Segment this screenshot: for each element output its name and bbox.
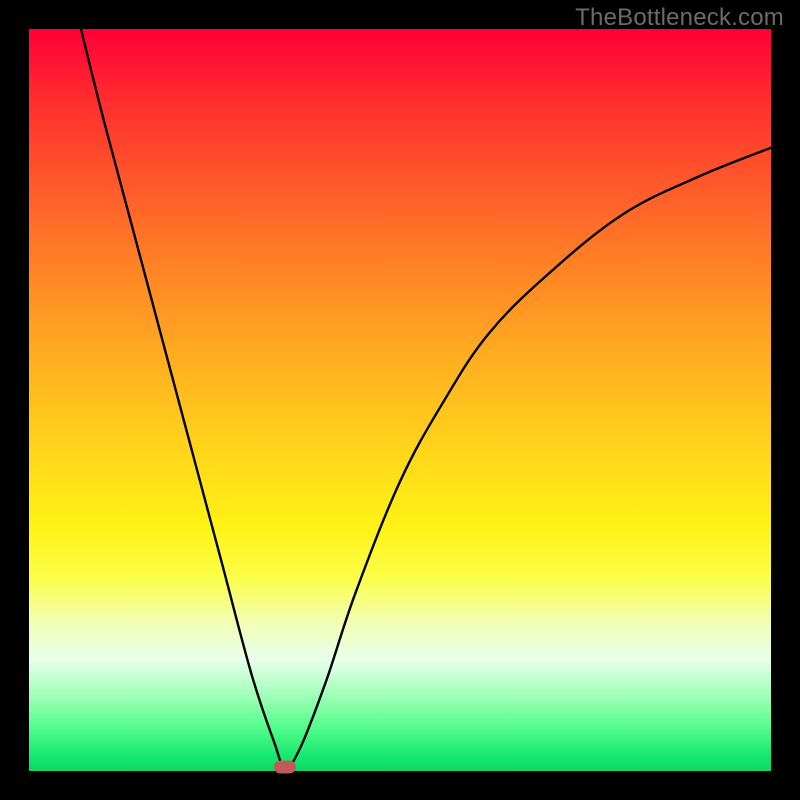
- plot-area: [29, 29, 771, 771]
- watermark-text: TheBottleneck.com: [575, 4, 784, 32]
- chart-frame: TheBottleneck.com: [0, 0, 800, 800]
- curve-svg: [29, 29, 771, 771]
- minimum-marker: [274, 761, 296, 774]
- bottleneck-curve: [81, 29, 771, 768]
